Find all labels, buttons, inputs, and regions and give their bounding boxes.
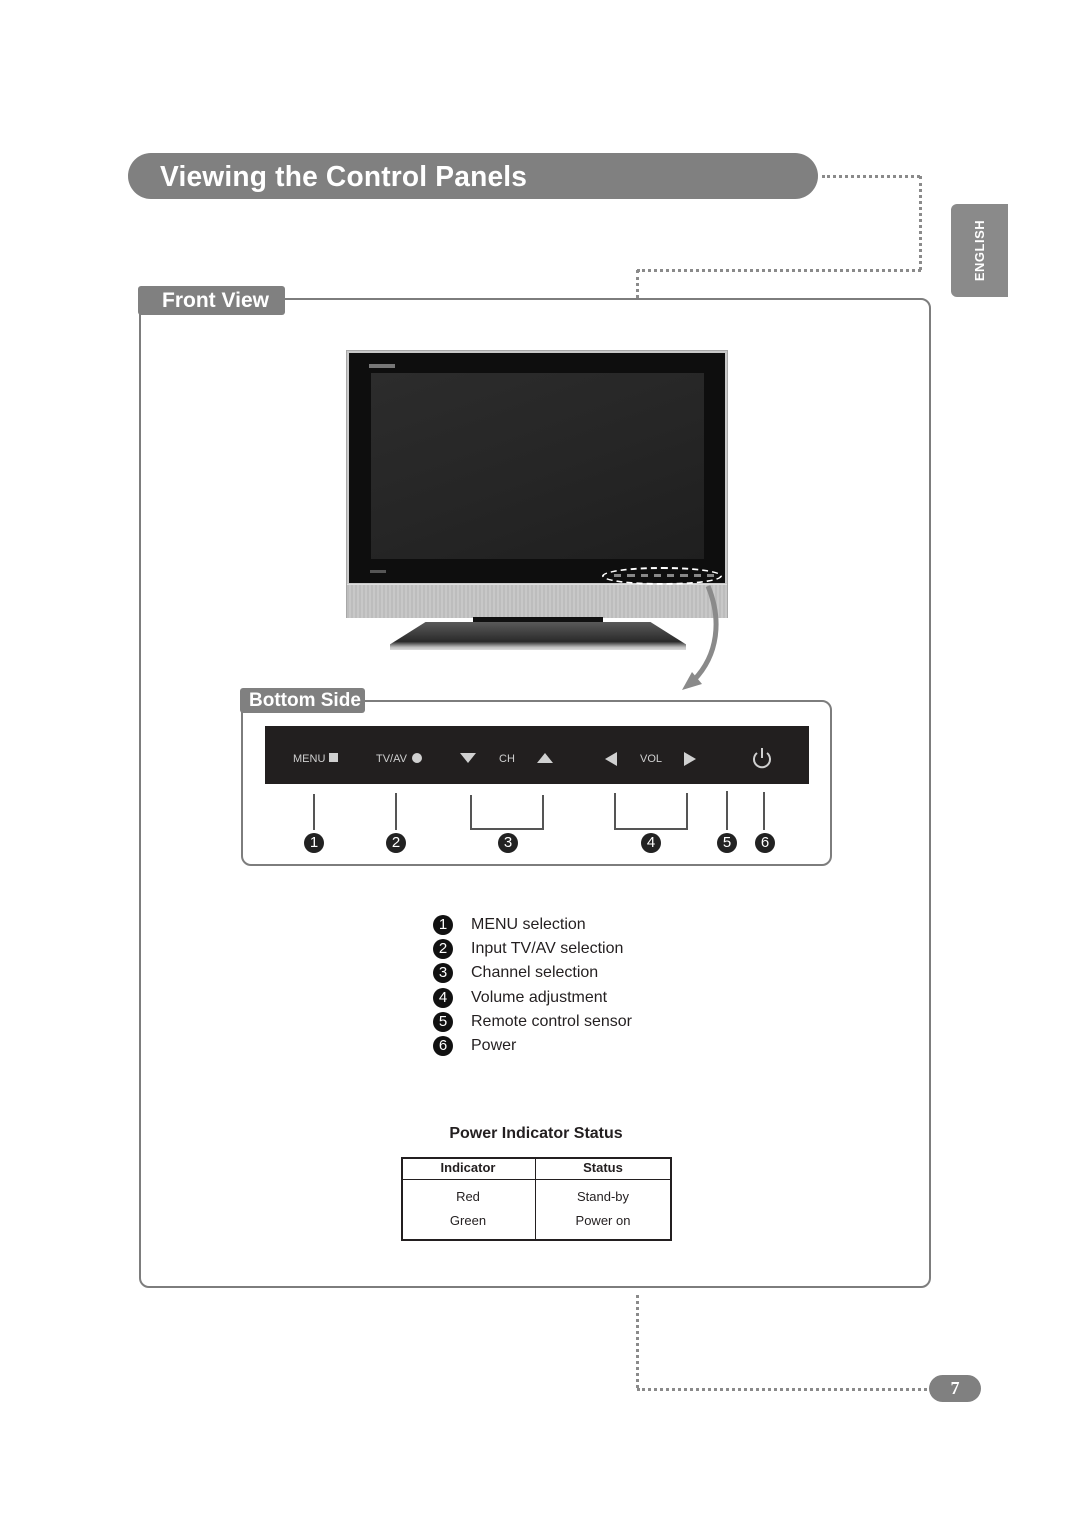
table-header-indicator: Indicator xyxy=(440,1160,496,1175)
table-cell: Red xyxy=(456,1189,480,1204)
legend-number: 3 xyxy=(433,963,453,983)
leader-line xyxy=(395,793,397,830)
channel-label: CH xyxy=(499,753,515,765)
legend-label: Input TV/AV selection xyxy=(471,940,624,957)
tv-brand-logo xyxy=(369,364,395,368)
volume-down-icon[interactable] xyxy=(605,752,617,766)
callout-2: 2 xyxy=(386,833,406,853)
dotted-connector xyxy=(822,175,920,178)
menu-square-icon[interactable] xyxy=(329,753,338,762)
callout-5: 5 xyxy=(717,833,737,853)
callout-4: 4 xyxy=(641,833,661,853)
legend-label: Remote control sensor xyxy=(471,1013,632,1030)
table-header-status: Status xyxy=(583,1160,623,1175)
legend-label: Volume adjustment xyxy=(471,989,608,1006)
legend-number: 1 xyxy=(433,915,453,935)
page-title: Viewing the Control Panels xyxy=(160,161,528,193)
tv-model-label xyxy=(370,570,386,573)
leader-line xyxy=(763,792,765,830)
legend-item: 6 Power xyxy=(433,1034,516,1058)
callout-6: 6 xyxy=(755,833,775,853)
curved-arrow-icon xyxy=(682,585,719,690)
leader-line xyxy=(726,791,728,830)
callout-3: 3 xyxy=(498,833,518,853)
power-icon[interactable] xyxy=(751,746,773,770)
table-title: Power Indicator Status xyxy=(449,1125,623,1142)
table-cell: Stand-by xyxy=(576,1189,630,1204)
front-view-heading: Front View xyxy=(162,289,269,312)
dotted-connector xyxy=(636,1295,639,1388)
legend-label: MENU selection xyxy=(471,916,586,933)
bracket-volume xyxy=(614,793,688,830)
table-divider xyxy=(401,1179,672,1180)
leader-line xyxy=(313,794,315,830)
table-cell: Green xyxy=(449,1213,487,1228)
page-number: 7 xyxy=(950,1378,960,1398)
menu-button-label: MENU xyxy=(293,753,326,765)
legend-label: Power xyxy=(471,1037,517,1054)
legend-number: 4 xyxy=(433,988,453,1008)
channel-up-icon[interactable] xyxy=(537,753,553,763)
dotted-connector xyxy=(637,1388,927,1391)
legend-item: 3 Channel selection xyxy=(433,961,598,985)
legend-number: 2 xyxy=(433,939,453,959)
dotted-connector xyxy=(637,269,921,272)
legend-item: 4 Volume adjustment xyxy=(433,986,607,1010)
language-tab-label: ENGLISH xyxy=(972,219,988,282)
tv-screen xyxy=(371,373,704,559)
tvav-button-label: TV/AV xyxy=(376,753,407,765)
legend-item: 5 Remote control sensor xyxy=(433,1010,632,1034)
legend-number: 5 xyxy=(433,1012,453,1032)
volume-up-icon[interactable] xyxy=(684,752,696,766)
legend-number: 6 xyxy=(433,1036,453,1056)
table-cell: Power on xyxy=(575,1213,631,1228)
bracket-channel xyxy=(470,795,544,830)
dotted-connector xyxy=(919,176,922,270)
tv-stand-base xyxy=(390,622,686,650)
legend-item: 1 MENU selection xyxy=(433,913,586,937)
callout-1: 1 xyxy=(304,833,324,853)
channel-down-icon[interactable] xyxy=(460,753,476,763)
tvav-circle-icon[interactable] xyxy=(412,753,422,763)
volume-label: VOL xyxy=(640,753,663,765)
dotted-connector xyxy=(636,270,639,298)
legend-item: 2 Input TV/AV selection xyxy=(433,937,623,961)
bottom-side-heading: Bottom Side xyxy=(249,690,361,711)
legend-label: Channel selection xyxy=(471,964,599,981)
